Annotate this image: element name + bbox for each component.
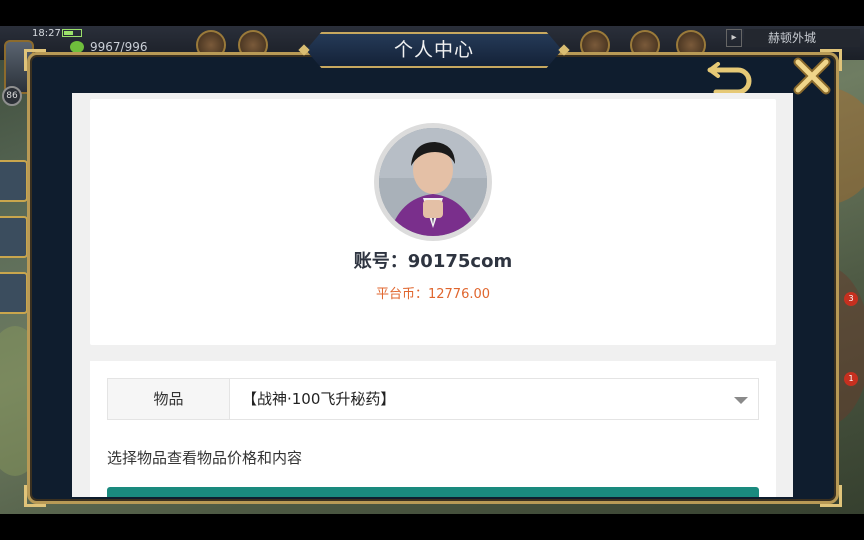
clock-text: 18:27 [32, 28, 61, 39]
frame-corner [820, 485, 842, 507]
dialog-title: 个人中心 [393, 39, 474, 61]
platform-coins-line: 平台币：12776.00 [90, 283, 776, 302]
back-arrow-icon [707, 62, 752, 95]
player-level: 86 [2, 86, 22, 106]
account-id: 90175com [407, 251, 513, 272]
frame-corner [24, 49, 46, 71]
account-line: 账号：90175com [90, 247, 776, 273]
close-button[interactable] [792, 56, 832, 96]
location-label: 赫顿外城 [744, 29, 860, 47]
notification-badge: 3 [844, 292, 858, 306]
avatar[interactable] [379, 128, 487, 236]
battery-icon [62, 29, 82, 37]
item-selected-value: 【战神·100飞升秘药】 [242, 390, 396, 408]
game-screen: 18:27 9967/996 86 ▸ 赫顿外城 3 1 个人中心 账号：901… [0, 0, 864, 540]
avatar-portrait [379, 128, 487, 236]
item-select-row: 物品 【战神·100飞升秘药】 [107, 378, 759, 420]
notification-badge: 1 [844, 372, 858, 386]
coins-label: 平台币： [375, 287, 428, 302]
item-label: 物品 [108, 379, 230, 419]
item-card: 物品 【战神·100飞升秘药】 选择物品查看物品价格和内容 [90, 361, 776, 497]
quest-tab[interactable] [0, 272, 28, 314]
location-toggle-icon[interactable]: ▸ [726, 29, 742, 47]
dialog-content: 账号：90175com 平台币：12776.00 物品 【战神·100飞升秘药】… [72, 93, 793, 497]
item-dropdown[interactable]: 【战神·100飞升秘药】 [230, 379, 758, 419]
account-label: 账号： [353, 251, 408, 272]
avatar-frame [374, 123, 492, 241]
confirm-button[interactable] [107, 487, 759, 497]
close-x-icon [793, 57, 831, 95]
chevron-down-icon [734, 397, 748, 404]
profile-card: 账号：90175com 平台币：12776.00 [90, 99, 776, 345]
frame-corner [24, 485, 46, 507]
back-button[interactable] [704, 62, 754, 95]
coins-value: 12776.00 [427, 287, 491, 302]
quest-tab[interactable] [0, 216, 28, 258]
item-hint-text: 选择物品查看物品价格和内容 [107, 449, 303, 467]
bottom-letterbox [0, 514, 864, 540]
quest-tab[interactable] [0, 160, 28, 202]
